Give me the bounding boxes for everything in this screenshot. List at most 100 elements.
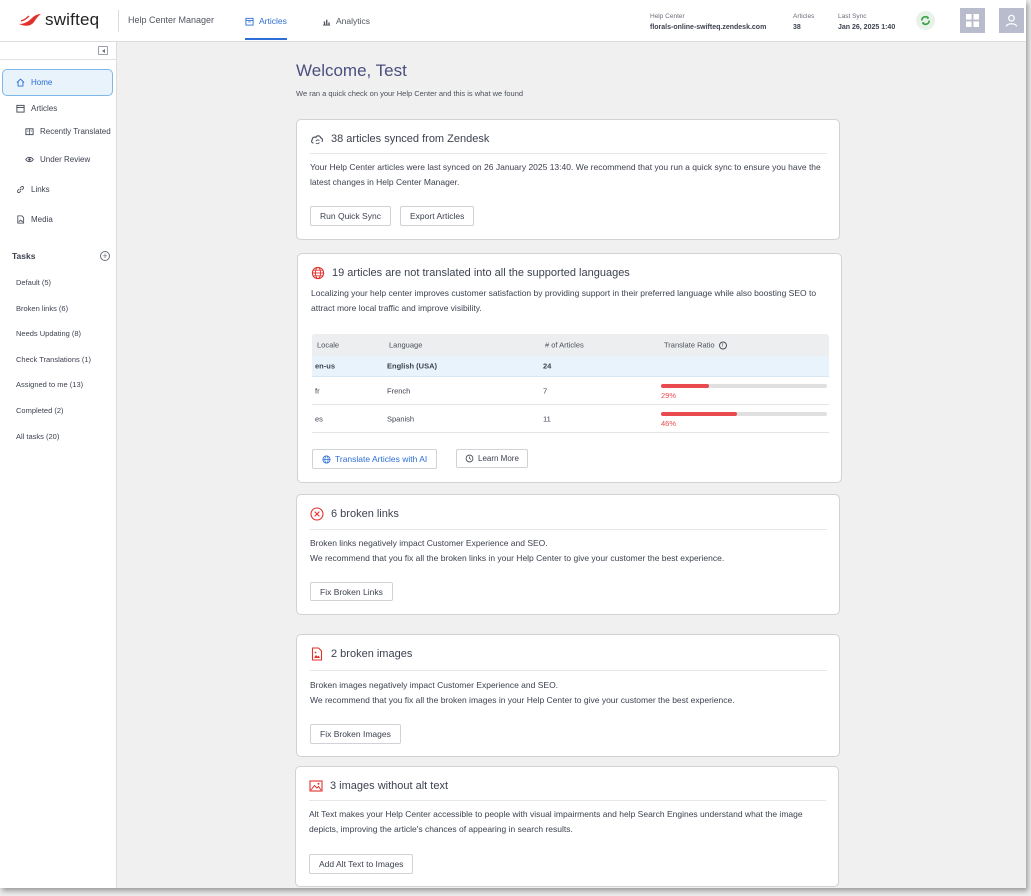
task-item-completed[interactable]: Completed (2) [16,406,64,415]
learn-more-button[interactable]: Learn More [456,449,528,468]
sidebar-item-under-review-label: Under Review [40,155,91,164]
articles-count-info: Articles 38 [793,11,814,33]
languages-table: Locale Language # of Articles Translate … [312,334,829,433]
sync-button[interactable] [916,11,935,30]
broken-links-card-title: 6 broken links [310,507,399,521]
column-translate-ratio: Translate Ratio i [664,340,727,350]
task-item-check-translations[interactable]: Check Translations (1) [16,355,91,364]
sync-card-title-text: 38 articles synced from Zendesk [331,133,490,145]
translation-card-body: Localizing your help center improves cus… [311,288,817,313]
broken-links-body-2: We recommend that you fix all the broken… [310,553,725,563]
swifteq-logo-icon [19,14,41,26]
card-divider [310,153,827,154]
task-item-default[interactable]: Default (5) [16,278,51,287]
task-item-assigned-to-me[interactable]: Assigned to me (13) [16,380,83,389]
broken-images-card: 2 broken images Broken images negatively… [296,634,840,757]
image-file-icon [311,647,323,661]
sidebar-item-articles-label: Articles [31,104,58,113]
sync-card: 38 articles synced from Zendesk Your Hel… [296,119,840,240]
apps-grid-button[interactable] [960,8,985,33]
table-row[interactable]: en-us English (USA) 24 [312,356,829,377]
translate-ratio-fill [661,412,738,416]
clock-icon [465,454,474,463]
translation-card-title-text: 19 articles are not translated into all … [332,267,630,279]
row-articles: 11 [543,414,551,423]
info-icon[interactable]: i [718,341,727,350]
translate-ratio-bar [661,412,827,416]
task-item-all-tasks[interactable]: All tasks (20) [16,432,59,441]
learn-more-label: Learn More [478,454,519,463]
sidebar-item-media[interactable]: Media [16,215,53,224]
run-quick-sync-button[interactable]: Run Quick Sync [310,206,391,226]
broken-images-body-1: Broken images negatively impact Customer… [310,680,559,690]
globe-icon [322,454,331,464]
row-language: Spanish [387,414,415,423]
add-task-button[interactable]: + [100,251,110,261]
broken-images-card-title-text: 2 broken images [331,648,413,660]
sync-card-title: 38 articles synced from Zendesk [310,132,489,146]
calendar-icon [16,104,25,113]
sidebar-item-home-label: Home [31,78,53,87]
main-content: Welcome, Test We ran a quick check on yo… [118,42,1026,888]
fix-broken-links-button[interactable]: Fix Broken Links [310,582,393,601]
row-locale: es [315,414,323,423]
collapse-sidebar-button[interactable] [98,46,108,55]
alt-text-body: Alt Text makes your Help Center accessib… [309,809,803,834]
translate-articles-ai-button[interactable]: Translate Articles with AI [312,449,438,469]
user-icon [1005,14,1018,27]
app-name: Help Center Manager [128,15,215,25]
eye-icon [25,156,34,163]
table-row[interactable]: fr French 7 29% [312,377,829,405]
broken-links-body-1: Broken links negatively impact Customer … [310,538,548,548]
translation-card: 19 articles are not translated into all … [297,253,842,483]
sidebar-item-articles[interactable]: Articles [16,104,57,113]
export-articles-button[interactable]: Export Articles [400,206,475,226]
cloud-sync-icon [311,135,324,145]
table-row[interactable]: es Spanish 11 46% [312,405,829,433]
sidebar-item-recently-translated[interactable]: Recently Translated [25,127,111,136]
column-language: Language [389,340,423,350]
top-header: swifteq Help Center Manager Articles Ana… [0,0,1026,42]
home-icon [16,78,25,87]
row-articles: 7 [543,386,548,395]
swifteq-logo[interactable]: swifteq [18,10,99,30]
column-translate-ratio-label: Translate Ratio [664,340,715,350]
card-divider [309,800,826,801]
image-file-icon [17,215,25,224]
header-divider [118,10,119,32]
sidebar-item-under-review[interactable]: Under Review [25,155,90,164]
tab-articles[interactable]: Articles [245,16,287,40]
task-item-needs-updating[interactable]: Needs Updating (8) [16,329,81,338]
app-window: swifteq Help Center Manager Articles Ana… [0,0,1026,888]
add-alt-text-button[interactable]: Add Alt Text to Images [309,854,414,874]
translate-icon [25,128,34,136]
broken-images-body-2: We recommend that you fix all the broken… [310,695,735,705]
fix-broken-images-button[interactable]: Fix Broken Images [310,724,401,744]
sync-card-body: Your Help Center articles were last sync… [310,162,821,187]
tab-analytics-label: Analytics [336,16,371,26]
broken-links-card-title-text: 6 broken links [331,508,399,520]
sidebar-divider [0,59,117,60]
globe-icon [311,266,325,280]
bar-chart-icon [322,19,331,26]
logo-text: swifteq [45,10,100,29]
task-item-broken-links[interactable]: Broken links (6) [16,304,68,313]
sidebar-item-links[interactable]: Links [16,185,50,194]
link-icon [17,186,24,193]
row-locale: en-us [315,361,336,371]
articles-count-label: Articles [793,13,815,20]
row-articles: 24 [543,361,552,371]
tab-analytics[interactable]: Analytics [322,16,370,26]
error-circle-icon [310,507,324,521]
translate-ratio-value: 29% [661,391,677,400]
alt-text-card: 3 images without alt text Alt Text makes… [295,766,839,887]
translate-articles-ai-label: Translate Articles with AI [335,454,428,464]
sidebar-item-home[interactable]: Home [2,69,113,96]
broken-images-card-title: 2 broken images [310,647,412,661]
help-center-info: Help Center florals-online-swifteq.zende… [650,11,766,33]
last-sync-info: Last Sync Jan 26, 2025 1:40 [838,11,895,33]
translate-ratio-value: 46% [661,419,677,428]
user-avatar-button[interactable] [999,8,1024,33]
page-subtitle: We ran a quick check on your Help Center… [296,89,524,98]
translate-ratio-bar [661,384,827,388]
